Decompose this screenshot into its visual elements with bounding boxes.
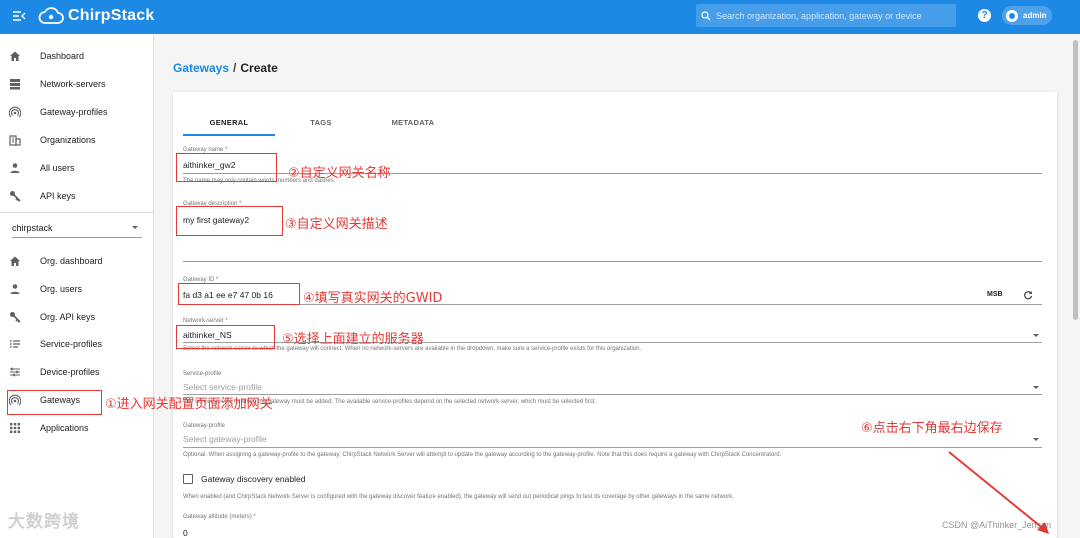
annotation-6: ⑥点击右下角最右边保存 <box>861 421 1003 436</box>
annotation-box-gateways <box>7 390 102 415</box>
gateway-create-form: GENERAL TAGS METADATA Gateway name * ait… <box>173 92 1057 538</box>
sidebar-item-all-users[interactable]: All users <box>0 155 154 181</box>
sidebar: Dashboard Network-servers Gateway-profil… <box>0 34 154 538</box>
chevron-down-icon <box>1033 438 1039 441</box>
gateway-profile-helper: Optional. When assigning a gateway-profi… <box>183 452 782 458</box>
breadcrumb: Gateways / Create <box>173 61 278 75</box>
annotation-2: ②自定义网关名称 <box>288 166 391 181</box>
person-icon <box>8 282 22 296</box>
key-icon <box>8 310 22 324</box>
search-icon <box>701 10 711 20</box>
app-bar: ChirpStack ? admin <box>0 0 1080 34</box>
sidebar-item-org-api-keys[interactable]: Org. API keys <box>0 304 154 330</box>
search-input[interactable] <box>716 10 946 21</box>
search-bar[interactable] <box>696 4 956 27</box>
menu-collapse-icon[interactable] <box>12 9 28 25</box>
sidebar-item-applications[interactable]: Applications <box>0 415 154 441</box>
chevron-down-icon <box>132 226 138 229</box>
gateway-altitude-label: Gateway altitude (meters) * <box>183 514 256 520</box>
gateway-discovery-checkbox[interactable] <box>183 474 193 484</box>
refresh-icon[interactable] <box>1023 290 1033 300</box>
tab-metadata[interactable]: METADATA <box>367 110 459 136</box>
gateway-profile-underline <box>183 447 1042 448</box>
key-icon <box>8 189 22 203</box>
annotation-box-name <box>176 153 277 182</box>
home-icon <box>8 254 22 268</box>
tune-icon <box>8 365 22 379</box>
watermark-right: CSDN @AiThinker_Jenson <box>942 520 1052 530</box>
chevron-down-icon <box>1033 386 1039 389</box>
annotation-5: ⑤选择上面建立的服务器 <box>282 332 424 347</box>
server-icon <box>8 77 22 91</box>
gateway-altitude-input[interactable]: 0 <box>183 528 188 538</box>
gateway-discovery-helper: When enabled (and ChirpStack Network Ser… <box>183 494 734 500</box>
sidebar-item-device-profiles[interactable]: Device-profiles <box>0 359 154 385</box>
gateway-discovery-label: Gateway discovery enabled <box>201 474 306 484</box>
annotation-4: ④填写真实网关的GWID <box>303 291 443 306</box>
sidebar-divider <box>0 212 154 213</box>
organization-select-value: chirpstack <box>12 222 53 233</box>
annotation-3: ③自定义网关描述 <box>285 217 388 232</box>
cloud-logo-icon <box>38 7 64 24</box>
page-scrollbar[interactable] <box>1073 40 1078 320</box>
network-server-label: Network-server * <box>183 318 228 324</box>
byte-order-toggle-button[interactable]: MSB <box>987 291 1003 298</box>
watermark-left: 大数跨境 <box>8 512 80 532</box>
home-icon <box>8 49 22 63</box>
sidebar-item-org-dashboard[interactable]: Org. dashboard <box>0 248 154 274</box>
breadcrumb-gateways-link[interactable]: Gateways <box>173 61 229 75</box>
breadcrumb-separator: / <box>233 61 237 75</box>
breadcrumb-current: Create <box>240 61 278 75</box>
sidebar-item-gateway-profiles[interactable]: Gateway-profiles <box>0 99 154 125</box>
gateway-profile-label: Gateway-profile <box>183 423 226 429</box>
service-profile-label: Service-profile <box>183 371 222 377</box>
building-icon <box>8 133 22 147</box>
list-icon <box>8 337 22 351</box>
sidebar-item-dashboard[interactable]: Dashboard <box>0 43 154 69</box>
apps-icon <box>8 421 22 435</box>
user-menu-button[interactable]: admin <box>1002 6 1052 25</box>
sidebar-item-org-users[interactable]: Org. users <box>0 276 154 302</box>
annotation-box-gateway-id <box>178 283 300 305</box>
sidebar-item-organizations[interactable]: Organizations <box>0 127 154 153</box>
sidebar-item-api-keys[interactable]: API keys <box>0 183 154 209</box>
organization-select[interactable]: chirpstack <box>12 218 142 238</box>
sidebar-item-service-profiles[interactable]: Service-profiles <box>0 331 154 357</box>
gateway-profile-select[interactable]: Select gateway-profile <box>183 434 267 444</box>
tab-general[interactable]: GENERAL <box>183 110 275 136</box>
help-icon[interactable]: ? <box>978 9 991 22</box>
annotation-box-description <box>176 206 283 236</box>
annotation-box-network-server <box>176 325 275 349</box>
tab-tags[interactable]: TAGS <box>275 110 367 136</box>
gateway-description-underline <box>183 261 1042 262</box>
service-profile-select[interactable]: Select service-profile <box>183 382 262 392</box>
app-name: ChirpStack <box>68 7 155 24</box>
user-name: admin <box>1023 11 1047 20</box>
service-profile-underline <box>183 394 1042 395</box>
sidebar-item-network-servers[interactable]: Network-servers <box>0 71 154 97</box>
rss-icon <box>8 105 22 119</box>
chirpstack-logo[interactable]: ChirpStack <box>38 5 154 27</box>
person-icon <box>8 161 22 175</box>
account-icon <box>1006 9 1018 22</box>
annotation-1: ①进入网关配置页面添加网关 <box>105 397 273 412</box>
chevron-down-icon <box>1033 334 1039 337</box>
